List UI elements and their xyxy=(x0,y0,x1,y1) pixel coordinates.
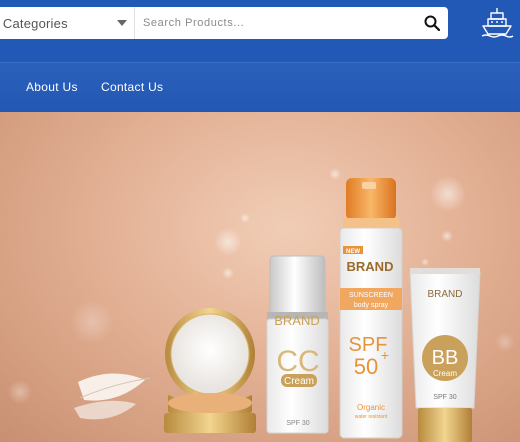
sunscreen-spray: NEW BRAND SUNSCREEN body spray SPF 50 + … xyxy=(339,178,403,439)
spray-brand-label: BRAND xyxy=(347,259,394,274)
category-select-label: l Categories xyxy=(0,15,68,31)
hero-illustration: BRAND CC Cream SPF 30 NEW BRAND SUNSCREE… xyxy=(8,168,515,442)
hero-banner: BRAND CC Cream SPF 30 NEW BRAND SUNSCREE… xyxy=(0,112,520,442)
spray-line1: SUNSCREEN xyxy=(349,292,393,299)
bb-mark: BB xyxy=(432,347,459,369)
spray-spf-value: 50 xyxy=(354,354,378,379)
spray-line2: body spray xyxy=(354,302,389,309)
cc-spf-label: SPF 30 xyxy=(286,420,309,427)
bb-brand-label: BRAND xyxy=(427,289,462,300)
spray-footer2: water resistant xyxy=(355,414,388,420)
cc-cream-bottle: BRAND CC Cream SPF 30 xyxy=(266,255,329,434)
nav-link-about-us[interactable]: About Us xyxy=(26,80,78,94)
spray-footer1: Organic xyxy=(357,403,385,412)
top-header: l Categories xyxy=(0,0,520,62)
search-bar: l Categories xyxy=(0,7,448,39)
spray-badge: NEW xyxy=(346,249,360,255)
ship-icon[interactable] xyxy=(480,6,514,38)
bb-spf-label: SPF 30 xyxy=(433,394,456,401)
bb-cream-tube: BRAND BB Cream SPF 30 xyxy=(409,268,481,442)
search-icon xyxy=(424,15,440,31)
bb-sub-label: Cream xyxy=(433,369,457,378)
cc-sub-label: Cream xyxy=(284,376,314,387)
search-input[interactable] xyxy=(135,7,416,39)
cc-mark: CC xyxy=(276,345,319,378)
compact-powder xyxy=(164,308,256,433)
category-select[interactable]: l Categories xyxy=(0,7,135,39)
cc-brand-label: BRAND xyxy=(274,313,320,328)
spray-plus: + xyxy=(381,347,389,363)
search-button[interactable] xyxy=(416,7,448,39)
main-navigation: About Us Contact Us xyxy=(0,62,520,112)
chevron-down-icon xyxy=(117,20,127,26)
nav-link-contact-us[interactable]: Contact Us xyxy=(101,80,163,94)
